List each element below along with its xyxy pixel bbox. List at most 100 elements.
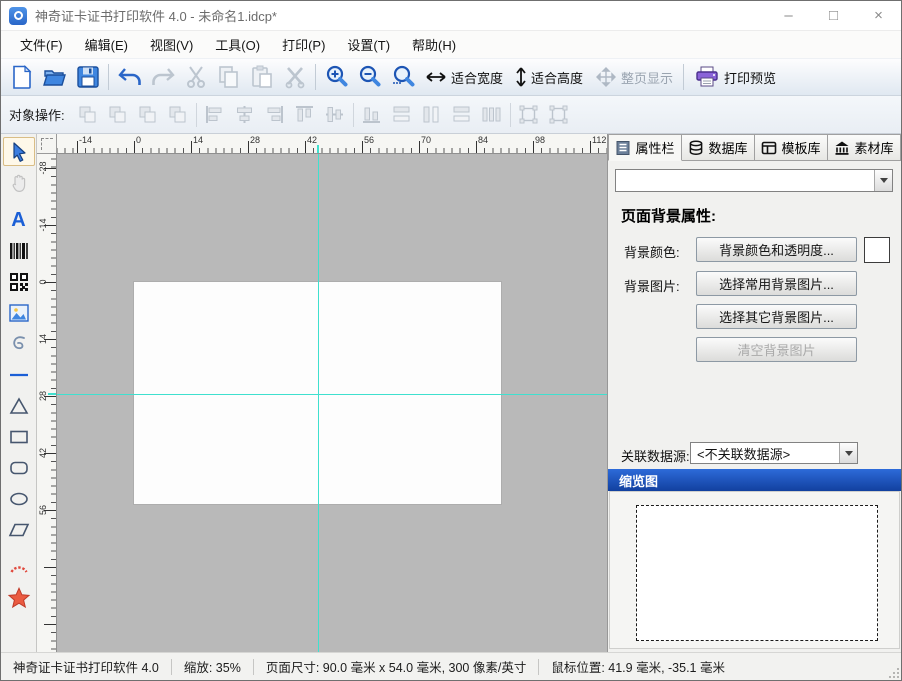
fit-page-button[interactable]: 整页显示	[589, 61, 679, 93]
menu-help[interactable]: 帮助(H)	[401, 31, 467, 58]
select-other-bg-image-button[interactable]: 选择其它背景图片...	[696, 304, 857, 329]
tab-materials[interactable]: 素材库	[828, 134, 901, 161]
select-common-bg-image-button[interactable]: 选择常用背景图片...	[696, 271, 857, 296]
ruler-h-number: 112	[592, 135, 606, 145]
delete-button[interactable]	[278, 61, 311, 93]
minimize-button[interactable]: –	[766, 1, 811, 31]
new-button[interactable]	[5, 61, 38, 93]
align-right-icon	[263, 103, 286, 126]
ruler-h-number: 84	[478, 135, 488, 145]
ellipse-tool-button[interactable]	[3, 484, 35, 513]
triangle-tool-button[interactable]	[3, 391, 35, 420]
toolbar-separator	[510, 103, 511, 127]
tool-palette: A	[1, 134, 37, 652]
ruler-h-number: 0	[136, 135, 141, 145]
same-height-icon	[420, 103, 443, 126]
zoom-out-button[interactable]	[353, 61, 386, 93]
line-tool-button[interactable]	[3, 360, 35, 389]
toolbar-separator	[683, 64, 684, 90]
bring-to-front-button[interactable]	[73, 100, 103, 130]
tab-templates[interactable]: 模板库	[755, 134, 828, 161]
menu-edit[interactable]: 编辑(E)	[74, 31, 139, 58]
clear-bg-image-button[interactable]: 清空背景图片	[696, 337, 857, 362]
parallelogram-tool-button[interactable]	[3, 515, 35, 544]
fit-height-button[interactable]: 适合高度	[509, 61, 589, 93]
arc-text-tool-button[interactable]	[3, 552, 35, 581]
same-size-icon	[450, 103, 473, 126]
bring-forward-icon	[136, 103, 159, 126]
menu-file[interactable]: 文件(F)	[9, 31, 74, 58]
object-selector-combobox[interactable]	[615, 169, 893, 192]
redo-icon	[150, 64, 176, 90]
menu-tools[interactable]: 工具(O)	[204, 31, 271, 58]
parallelogram-icon	[8, 519, 30, 541]
star-tool-button[interactable]	[3, 583, 35, 612]
fit-width-button[interactable]: 适合宽度	[419, 61, 509, 93]
ruler-v-number: -14	[37, 216, 49, 234]
curve-tool-button[interactable]	[3, 329, 35, 358]
align-left-button[interactable]	[200, 100, 230, 130]
ungroup-button[interactable]	[544, 100, 574, 130]
rounded-rectangle-icon	[8, 457, 30, 479]
zoom-custom-button[interactable]	[386, 61, 419, 93]
object-operations-icons	[73, 100, 574, 130]
tab-database[interactable]: 数据库	[682, 134, 755, 161]
bank-icon	[834, 140, 850, 156]
align-bottom-button[interactable]	[357, 100, 387, 130]
same-height-button[interactable]	[417, 100, 447, 130]
ruler-v-number: 28	[37, 387, 49, 405]
curve-icon	[8, 333, 30, 355]
send-to-back-button[interactable]	[103, 100, 133, 130]
same-size-button[interactable]	[447, 100, 477, 130]
datasource-combobox[interactable]: <不关联数据源>	[690, 442, 858, 464]
combobox-dropdown-button[interactable]	[874, 170, 892, 191]
ruler-h-number: 28	[250, 135, 260, 145]
menu-view[interactable]: 视图(V)	[139, 31, 204, 58]
bg-color-button[interactable]: 背景颜色和透明度...	[696, 237, 857, 262]
equal-spacing-button[interactable]	[477, 100, 507, 130]
align-top-button[interactable]	[290, 100, 320, 130]
ruler-v-number: 14	[37, 330, 49, 348]
align-center-horizontal-button[interactable]	[230, 100, 260, 130]
equal-spacing-icon	[480, 103, 503, 126]
menu-print[interactable]: 打印(P)	[271, 31, 336, 58]
chevron-down-icon[interactable]	[839, 443, 857, 463]
ungroup-icon	[547, 103, 570, 126]
undo-button[interactable]	[113, 61, 146, 93]
rectangle-tool-button[interactable]	[3, 422, 35, 451]
group-button[interactable]	[514, 100, 544, 130]
select-tool-button[interactable]	[3, 137, 35, 166]
rounded-rectangle-tool-button[interactable]	[3, 453, 35, 482]
ruler-h-number: 70	[421, 135, 431, 145]
same-width-button[interactable]	[387, 100, 417, 130]
barcode-tool-button[interactable]	[3, 236, 35, 265]
menu-settings[interactable]: 设置(T)	[336, 31, 401, 58]
save-icon	[75, 64, 101, 90]
maximize-button[interactable]: □	[811, 1, 856, 31]
align-center-vertical-button[interactable]	[320, 100, 350, 130]
qrcode-tool-button[interactable]	[3, 267, 35, 296]
resize-grip[interactable]	[887, 666, 899, 678]
print-preview-button[interactable]: 打印预览	[688, 61, 782, 93]
image-tool-button[interactable]	[3, 298, 35, 327]
text-tool-button[interactable]: A	[3, 205, 35, 234]
app-logo-icon	[9, 7, 27, 25]
zoom-in-button[interactable]	[320, 61, 353, 93]
arc-text-icon	[8, 556, 30, 578]
same-width-icon	[390, 103, 413, 126]
triangle-icon	[8, 395, 30, 417]
cut-button[interactable]	[179, 61, 212, 93]
copy-button[interactable]	[212, 61, 245, 93]
tab-properties[interactable]: 属性栏	[608, 134, 682, 161]
hand-tool-button[interactable]	[3, 168, 35, 197]
send-backward-button[interactable]	[163, 100, 193, 130]
align-right-button[interactable]	[260, 100, 290, 130]
bring-forward-button[interactable]	[133, 100, 163, 130]
redo-button[interactable]	[146, 61, 179, 93]
save-button[interactable]	[71, 61, 104, 93]
paste-button[interactable]	[245, 61, 278, 93]
bg-color-swatch[interactable]	[864, 237, 890, 263]
design-canvas[interactable]	[57, 154, 607, 652]
close-button[interactable]: ×	[856, 1, 901, 31]
open-button[interactable]	[38, 61, 71, 93]
